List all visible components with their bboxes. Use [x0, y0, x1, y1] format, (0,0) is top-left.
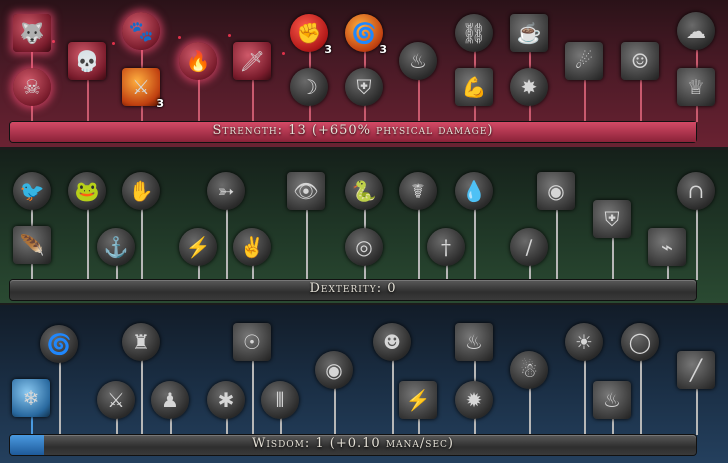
fire-orb-icon[interactable]: ✸	[510, 68, 548, 106]
dark-flame-icon[interactable]: ♨	[399, 42, 437, 80]
feather-icon[interactable]: 🪶	[13, 226, 51, 264]
eye-glow-icon[interactable]: ☉	[233, 323, 271, 361]
golem-icon[interactable]: ♜	[122, 323, 160, 361]
wisdom-bar: Wisdom: 1 (+0.10 mana/sec)	[10, 435, 696, 455]
fire-swirl-icon[interactable]: 🌀 3	[345, 14, 387, 56]
ghost-mask-icon[interactable]: ☃	[510, 351, 548, 389]
hand-icon[interactable]: ✌	[233, 228, 271, 266]
cat-eyes-icon[interactable]: 👁	[287, 172, 325, 210]
fist-rank: 3	[324, 43, 332, 56]
battery-icon[interactable]: ⌁	[648, 228, 686, 266]
fire-swirl-rank: 3	[379, 43, 387, 56]
eye-orb-icon[interactable]: ◉	[315, 351, 353, 389]
cauldron-icon[interactable]: ☕	[510, 14, 548, 52]
fire-column-icon[interactable]: ♨	[455, 323, 493, 361]
claw-marks-icon[interactable]: ⫴	[261, 381, 299, 419]
claw-shield-icon[interactable]: ⛨	[593, 200, 631, 238]
muscle-arm-icon[interactable]: 💪	[455, 68, 493, 106]
snake-icon[interactable]: 🐍	[345, 172, 383, 210]
strength-bar: Strength: 13 (+650% physical damage)	[10, 122, 696, 142]
bow-icon[interactable]: ➳	[207, 172, 245, 210]
hook-icon[interactable]: ⚓	[97, 228, 135, 266]
target-icon[interactable]: ◎	[345, 228, 383, 266]
rank-dot	[228, 34, 231, 37]
sun-disc-icon[interactable]: ☀	[565, 323, 603, 361]
gauntlet-icon[interactable]: ✋	[122, 172, 160, 210]
rank-dot	[112, 42, 115, 45]
wolf-icon[interactable]: 🐺	[13, 14, 51, 52]
flame-shield-icon[interactable]: 🔥	[179, 42, 217, 80]
burst-icon[interactable]: ✹	[455, 381, 493, 419]
fire-pit-icon[interactable]: ♨	[593, 381, 631, 419]
rank-dot	[178, 36, 181, 39]
blade-icon[interactable]: †	[427, 228, 465, 266]
wisdom-section: ❄ 🌀 ⚔ ♜ ♟ ✱ ☉ ⫴ ◉ ☻ ⚡ ♨ ✹ ☃ ☀ ♨ ◯ ╱ Wisd…	[0, 305, 728, 463]
horseshoe-icon[interactable]: ∩	[677, 172, 715, 210]
dexterity-label: Dexterity: 0	[309, 281, 397, 296]
fist-icon[interactable]: ✊ 3	[290, 14, 332, 56]
dragon-eye-icon[interactable]: ◉	[537, 172, 575, 210]
shield-icon[interactable]: ⛨	[345, 68, 383, 106]
dexterity-bar: Dexterity: 0	[10, 280, 696, 300]
dexterity-section: 🐦 🪶 🐸 ⚓ ✋ ⚡ ➳ ✌ 👁 🐍 ◎ ☤ † 💧 ∕ ◉ ⛨ ∩ ⌁ De…	[0, 150, 728, 303]
winged-icon[interactable]: ♕	[677, 68, 715, 106]
wolf-howl-icon[interactable]: 🐾	[122, 12, 160, 50]
skull-icon[interactable]: ☠	[13, 68, 51, 106]
crossed-swords-icon[interactable]: ⚔	[97, 381, 135, 419]
bolt-orb-icon[interactable]: ⚡	[179, 228, 217, 266]
hooded-figure-icon[interactable]: ♟	[151, 381, 189, 419]
comet-icon[interactable]: ☄	[565, 42, 603, 80]
halberd-icon[interactable]: ⚔ 3	[122, 68, 164, 110]
vortex-icon[interactable]: 🌀	[40, 325, 78, 363]
strength-section: 🐺 ☠ 💀 🐾 ⚔ 3 🔥 🗡 ✊ 3 ☽ 🌀 3 ⛨ ♨ ⛓ 💪 ☕ ✸ ☄ ☺ ☁…	[0, 0, 728, 147]
ring-icon[interactable]: ◯	[621, 323, 659, 361]
wisdom-label: Wisdom: 1 (+0.10 mana/sec)	[251, 436, 454, 451]
serpent-icon[interactable]: ☤	[399, 172, 437, 210]
halberd-rank: 3	[156, 97, 164, 110]
spider-icon[interactable]: ✱	[207, 381, 245, 419]
stone-face-icon[interactable]: ☺	[621, 42, 659, 80]
water-drop-icon[interactable]: 💧	[455, 172, 493, 210]
lightning-icon[interactable]: ⚡	[399, 381, 437, 419]
skill-tree: 🐺 ☠ 💀 🐾 ⚔ 3 🔥 🗡 ✊ 3 ☽ 🌀 3 ⛨ ♨ ⛓ 💪 ☕ ✸ ☄ ☺ ☁…	[0, 0, 728, 463]
snowflake-icon[interactable]: ❄	[12, 379, 50, 417]
frog-icon[interactable]: 🐸	[68, 172, 106, 210]
chain-icon[interactable]: ⛓	[455, 14, 493, 52]
explosion-icon[interactable]: ☁	[677, 12, 715, 50]
strength-label: Strength: 13 (+650% physical damage)	[212, 123, 494, 138]
mask-icon[interactable]: ☻	[373, 323, 411, 361]
rank-dot	[282, 52, 285, 55]
sword-slash-icon[interactable]: ∕	[510, 228, 548, 266]
bird-icon[interactable]: 🐦	[13, 172, 51, 210]
shadow-claw-icon[interactable]: ☽	[290, 68, 328, 106]
dagger-icon[interactable]: 🗡	[233, 42, 271, 80]
beam-icon[interactable]: ╱	[677, 351, 715, 389]
skull-mask-icon[interactable]: 💀	[68, 42, 106, 80]
rank-dot	[52, 40, 55, 43]
